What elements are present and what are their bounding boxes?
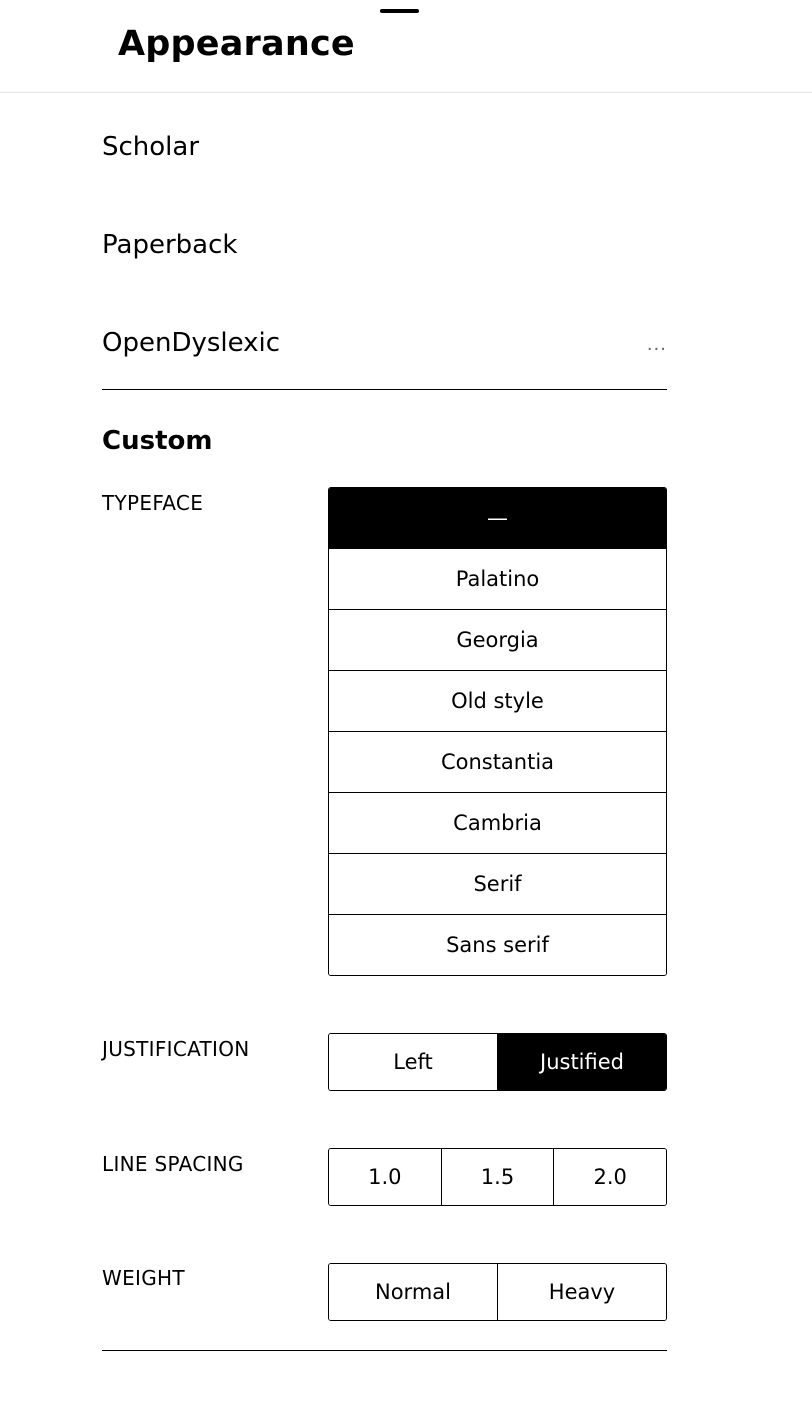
weight-toggle: Normal Heavy [328, 1263, 667, 1321]
preset-label: OpenDyslexic [102, 328, 281, 358]
weight-label: WEIGHT [102, 1266, 185, 1290]
weight-normal-button[interactable]: Normal [329, 1264, 497, 1320]
typeface-label: TYPEFACE [102, 491, 204, 515]
preset-label: Paperback [102, 230, 238, 260]
preset-paperback[interactable]: Paperback [102, 215, 667, 275]
typeface-option-serif[interactable]: Serif [329, 854, 666, 915]
preset-opendyslexic[interactable]: OpenDyslexic ... [102, 313, 667, 373]
line-spacing-1-5-button[interactable]: 1.5 [440, 1149, 554, 1205]
more-options-icon[interactable]: ... [647, 315, 667, 375]
line-spacing-label: LINE SPACING [102, 1152, 244, 1176]
justification-toggle: Left Justified [328, 1033, 667, 1091]
typeface-option-cambria[interactable]: Cambria [329, 793, 666, 854]
typeface-option-default[interactable]: — [329, 488, 666, 549]
panel-header: Appearance [0, 0, 812, 93]
divider [102, 1350, 667, 1351]
drag-handle[interactable] [380, 9, 419, 13]
line-spacing-2-0-button[interactable]: 2.0 [553, 1149, 666, 1205]
typeface-list: — Palatino Georgia Old style Constantia … [328, 487, 667, 976]
line-spacing-1-0-button[interactable]: 1.0 [329, 1149, 441, 1205]
typeface-option-georgia[interactable]: Georgia [329, 610, 666, 671]
page-title: Appearance [118, 24, 355, 64]
divider [102, 389, 667, 390]
justification-left-button[interactable]: Left [329, 1034, 497, 1090]
custom-section-title: Custom [102, 426, 213, 456]
appearance-panel: Appearance Scholar Paperback OpenDyslexi… [0, 0, 812, 1404]
line-spacing-toggle: 1.0 1.5 2.0 [328, 1148, 667, 1206]
preset-label: Scholar [102, 132, 200, 162]
typeface-option-constantia[interactable]: Constantia [329, 732, 666, 793]
preset-scholar[interactable]: Scholar [102, 117, 667, 177]
weight-heavy-button[interactable]: Heavy [497, 1264, 666, 1320]
justification-justified-button[interactable]: Justified [497, 1034, 666, 1090]
typeface-option-sans-serif[interactable]: Sans serif [329, 915, 666, 975]
typeface-option-old-style[interactable]: Old style [329, 671, 666, 732]
typeface-option-palatino[interactable]: Palatino [329, 549, 666, 610]
justification-label: JUSTIFICATION [102, 1037, 250, 1061]
